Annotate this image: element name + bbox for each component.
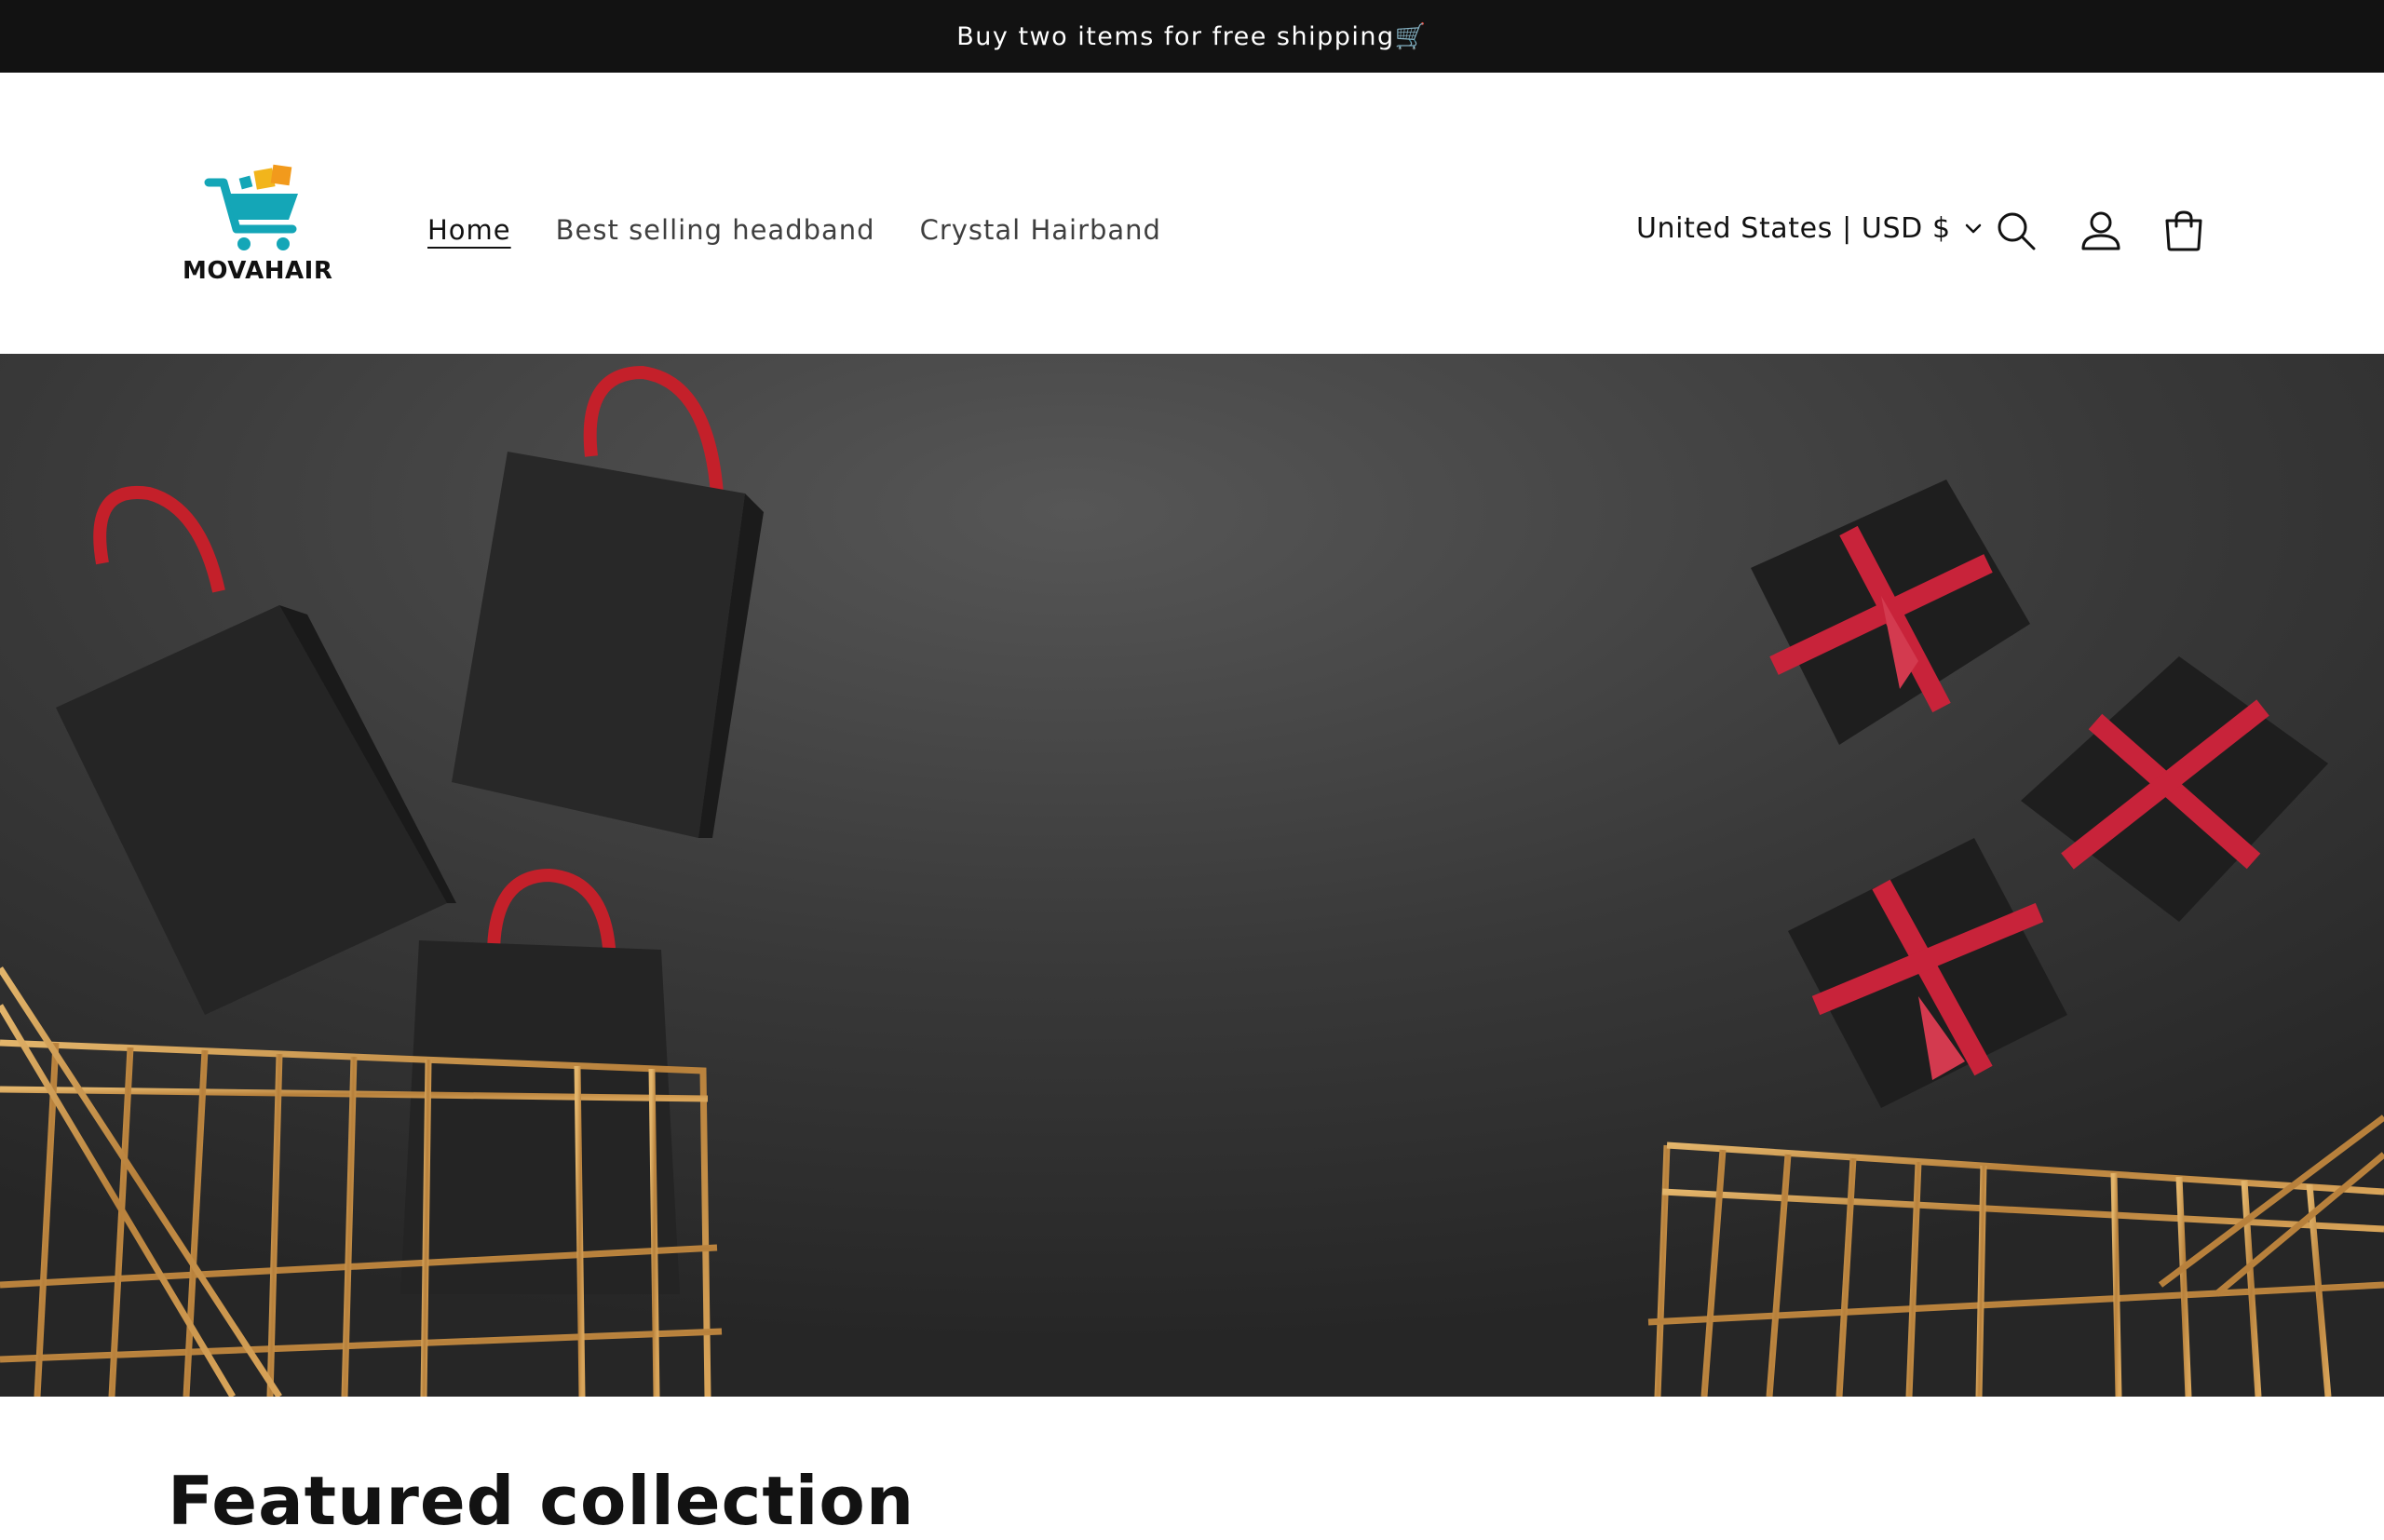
country-currency-selector[interactable]: United States | USD $ — [1636, 212, 1983, 245]
hero-image — [0, 354, 2384, 1397]
announcement-text: Buy two items for free shipping🛒 — [956, 22, 1428, 51]
announcement-bar: Buy two items for free shipping🛒 — [0, 0, 2384, 73]
chevron-down-icon — [1965, 223, 1981, 233]
main-nav: Home Best selling headband Crystal Hairb… — [427, 214, 1161, 246]
featured-collection-heading: Featured collection — [168, 1462, 915, 1540]
site-logo[interactable]: MOVAHAIR — [183, 164, 333, 285]
search-icon[interactable] — [1993, 208, 2039, 254]
cart-icon[interactable] — [2160, 208, 2207, 254]
account-icon[interactable] — [2078, 208, 2124, 254]
country-currency-label: United States | USD $ — [1636, 212, 1951, 245]
logo-brand-text: MOVAHAIR — [183, 257, 333, 285]
nav-item-home[interactable]: Home — [427, 214, 511, 246]
nav-item-best-selling-headband[interactable]: Best selling headband — [556, 214, 875, 246]
hero-banner — [0, 354, 2384, 1397]
nav-item-crystal-hairband[interactable]: Crystal Hairband — [920, 214, 1161, 246]
shopping-cart-icon — [204, 164, 298, 250]
site-header: MOVAHAIR Home Best selling headband Crys… — [0, 73, 2384, 354]
